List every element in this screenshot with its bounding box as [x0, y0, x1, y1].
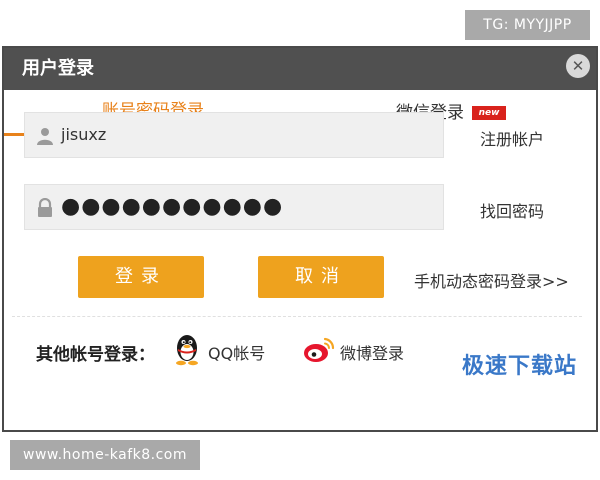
username-value: jisuxz	[61, 125, 107, 144]
new-badge: new	[472, 106, 506, 120]
lock-icon	[38, 198, 52, 217]
url-watermark: www.home-kafk8.com	[10, 440, 200, 470]
cancel-button[interactable]: 取消	[258, 256, 384, 298]
dialog-title: 用户登录	[22, 58, 94, 79]
username-field[interactable]: jisuxz	[24, 112, 444, 158]
password-field[interactable]: ●●●●●●●●●●●	[24, 184, 444, 230]
weibo-login-link[interactable]: 微博登录	[340, 340, 404, 364]
weibo-icon[interactable]	[302, 336, 336, 364]
register-link[interactable]: 注册帐户	[480, 126, 544, 150]
qq-login-link[interactable]: QQ帐号	[208, 340, 265, 364]
login-button[interactable]: 登录	[78, 256, 204, 298]
user-icon	[37, 128, 53, 145]
login-dialog: 用户登录 ✕ 账号密码登录 微信登录 new	[2, 46, 598, 432]
close-icon[interactable]: ✕	[566, 54, 590, 78]
qq-penguin-icon[interactable]	[172, 332, 202, 366]
password-value: ●●●●●●●●●●●	[61, 194, 284, 219]
titlebar: 用户登录 ✕	[4, 48, 596, 90]
recover-password-link[interactable]: 找回密码	[480, 198, 544, 222]
sms-login-link[interactable]: 手机动态密码登录>>	[414, 268, 569, 292]
tg-watermark: TG: MYYJJPP	[465, 10, 590, 40]
